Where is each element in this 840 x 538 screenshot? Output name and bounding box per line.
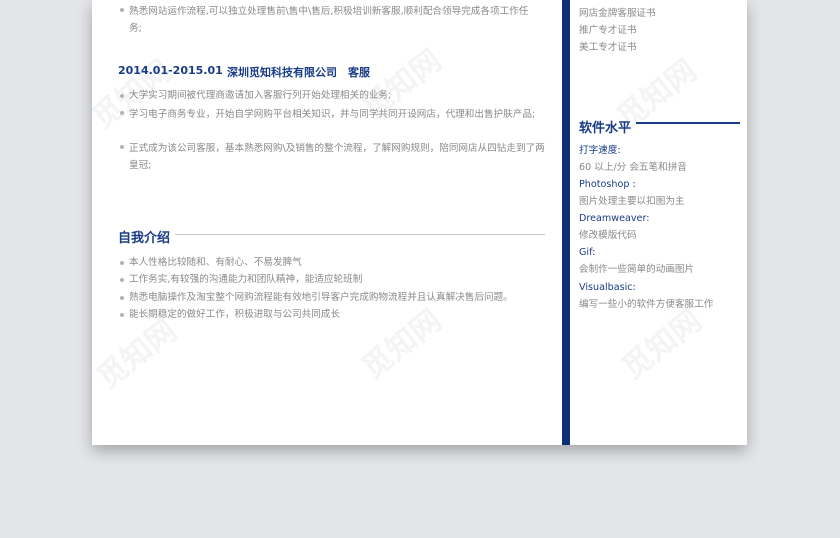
- software-label: Gif:: [579, 247, 596, 258]
- software-label: Visualbasic:: [579, 282, 636, 293]
- software-desc: 编写一些小的软件方便客服工作: [579, 299, 714, 310]
- section-divider: [175, 234, 545, 235]
- bullet: [120, 261, 124, 265]
- section-divider: [636, 122, 740, 124]
- job-role: 客服: [348, 66, 370, 79]
- certificate-item: 网店金牌客服证书: [579, 8, 656, 19]
- bullet: [120, 94, 124, 98]
- software-label: Dreamweaver:: [579, 213, 650, 224]
- intro-item: 本人性格比较随和、有耐心、不易发脾气: [129, 257, 302, 268]
- job-item: 学习电子商务专业，开始自学网购平台相关知识，并与同学共同开设网店，代理和出售护肤…: [129, 109, 536, 120]
- experience-item: 熟悉网站运作流程,可以独立处理售前\售中\售后,积极培训新客服,顺利配合领导完成…: [129, 6, 529, 34]
- software-label: 打字速度:: [579, 145, 621, 156]
- intro-title: 自我介绍: [118, 231, 171, 246]
- intro-item: 工作务实,有较强的沟通能力和团队精神，能适应轮班制: [129, 274, 363, 285]
- job-item: 正式成为该公司客服，基本熟悉网购\及销售的整个流程，了解网购规则，陪同网店从四钻…: [129, 143, 545, 171]
- software-desc: 会制作一些简单的动画图片: [579, 264, 695, 275]
- intro-item: 熟悉电脑操作及淘宝整个网购流程能有效地引导客户完成购物流程并且认真解决售后问题。: [129, 292, 513, 303]
- certificate-item: 美工专才证书: [579, 42, 637, 53]
- bullet: [120, 296, 124, 300]
- software-desc: 修改模版代码: [579, 230, 637, 241]
- job-item: 大学实习期间被代理商邀请加入客服行列开始处理相关的业务;: [129, 90, 392, 101]
- software-label: Photoshop :: [579, 179, 636, 190]
- column-divider: [562, 0, 570, 445]
- job-company: 深圳觅知科技有限公司: [227, 66, 337, 79]
- bullet: [120, 111, 124, 115]
- certificate-item: 推广专才证书: [579, 25, 637, 36]
- bullet: [120, 278, 124, 282]
- bullet: [120, 313, 124, 317]
- job-period: 2014.01-2015.01: [118, 64, 223, 77]
- bullet: [120, 145, 124, 149]
- software-title: 软件水平: [579, 121, 632, 136]
- intro-item: 能长期稳定的做好工作，积极进取与公司共同成长: [129, 309, 341, 320]
- software-desc: 图片处理主要以扣图为主: [579, 196, 685, 207]
- software-desc: 60 以上/分 会五笔和拼音: [579, 162, 687, 173]
- bullet: [120, 8, 124, 12]
